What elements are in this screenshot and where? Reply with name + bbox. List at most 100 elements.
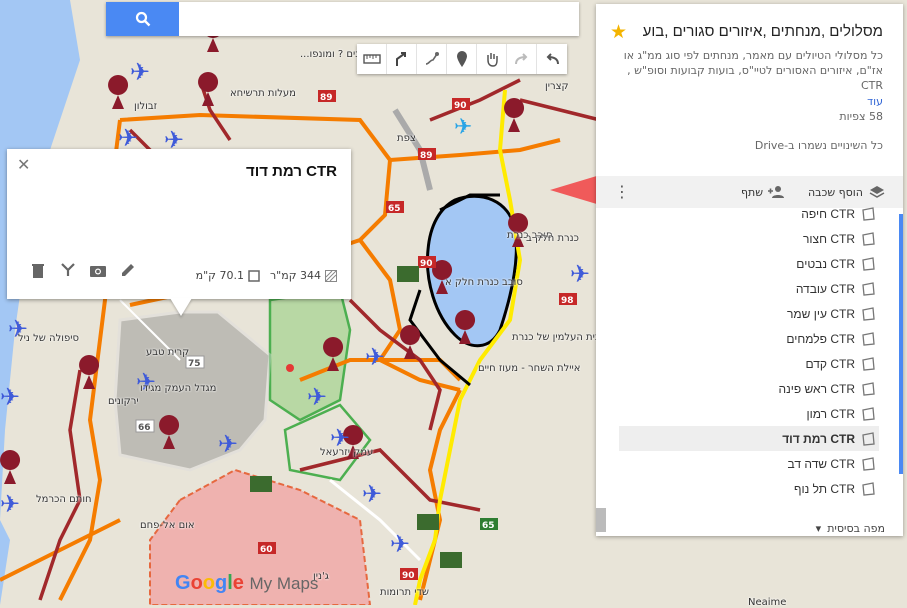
area-value: 344 קמ"ר — [269, 269, 321, 282]
undo-button[interactable] — [537, 44, 567, 74]
map-label: Neaime — [748, 597, 787, 608]
search-input[interactable] — [184, 6, 573, 34]
layer-item[interactable]: CTR עין שמר — [619, 301, 879, 326]
pin-marker-icon — [0, 450, 21, 484]
redo-button[interactable] — [507, 44, 537, 74]
base-map-label: מפה בסיסית — [827, 522, 885, 535]
map-label: כנרת חלק ב — [526, 233, 579, 244]
share-button[interactable]: שתף — [741, 185, 785, 199]
map-title[interactable]: מסלולים ,מנחתים ,איזורים סגורים ,בועו... — [643, 23, 883, 40]
map-label: זבולון — [134, 101, 158, 112]
draw-line-icon — [425, 52, 439, 65]
card-actions — [29, 261, 137, 279]
layer-item[interactable]: CTR תל נוף — [619, 476, 879, 501]
svg-text:66: 66 — [138, 423, 151, 433]
tank-icon — [250, 476, 272, 492]
polygon-icon — [862, 381, 875, 396]
style-button[interactable] — [59, 261, 77, 279]
map-label: ירקונים — [108, 396, 139, 407]
area-measure: 344 קמ"ר — [270, 269, 337, 282]
layer-item[interactable]: CTR שדה דב — [619, 451, 879, 476]
pin-marker-icon — [79, 355, 100, 389]
pan-hand-button[interactable] — [477, 44, 507, 74]
measurements: 344 קמ"ר 70.1 ק"מ — [196, 269, 337, 282]
layer-label: CTR רמון — [806, 406, 855, 421]
map-label: קצרין — [545, 81, 569, 92]
layer-label: CTR חיפה — [801, 206, 855, 221]
card-pointer — [170, 298, 192, 316]
layer-item[interactable]: CTR פלמחים — [619, 326, 879, 351]
svg-text:90: 90 — [454, 101, 467, 111]
layer-item[interactable]: CTR ראש פינה — [619, 376, 879, 401]
search-box — [106, 2, 579, 36]
map-label: חותם הכרמל — [36, 494, 92, 505]
map-label: סיפולה של ניל — [18, 333, 79, 344]
layer-item[interactable]: CTR עובדה — [619, 276, 879, 301]
panel-scrollbar[interactable] — [899, 214, 903, 474]
svg-text:98: 98 — [561, 296, 574, 306]
horizontal-scrollbar[interactable] — [596, 508, 606, 532]
polygon-icon — [862, 231, 875, 246]
map-label: צפת — [397, 133, 416, 144]
redo-icon — [514, 53, 527, 65]
airplane-icon: ✈ — [0, 383, 20, 411]
add-photo-button[interactable] — [89, 261, 107, 279]
more-link[interactable]: עוד — [867, 95, 883, 108]
layers-icon — [869, 186, 885, 198]
camera-icon — [90, 265, 106, 277]
map-label: מגדל העמק מגידו — [140, 383, 217, 394]
undo-icon — [546, 53, 559, 65]
layer-label: CTR תל נוף — [793, 481, 855, 496]
delete-button[interactable] — [29, 261, 47, 279]
add-marker-button[interactable] — [447, 44, 477, 74]
svg-text:89: 89 — [420, 151, 433, 161]
edit-button[interactable] — [119, 261, 137, 279]
polygon-icon — [862, 356, 875, 371]
search-button[interactable] — [106, 2, 179, 36]
pin-marker-icon — [108, 75, 129, 109]
airplane-icon: ✈ — [118, 124, 138, 152]
airplane-icon: ✈ — [130, 58, 150, 86]
pin-marker-icon — [323, 337, 344, 371]
polygon-icon — [862, 306, 875, 321]
marker-icon — [456, 51, 467, 67]
airplane-icon: ✈ — [365, 343, 385, 371]
layer-item[interactable]: CTR חיפה — [619, 201, 879, 226]
tank-icon — [417, 514, 439, 530]
layer-item[interactable]: CTR קדם — [619, 351, 879, 376]
layer-label: CTR חצור — [803, 231, 855, 246]
airplane-icon: ✈ — [390, 530, 410, 558]
paint-style-icon — [61, 263, 75, 276]
directions-button[interactable] — [387, 44, 417, 74]
polygon-icon — [862, 331, 875, 346]
layer-item-selected[interactable]: CTR רמת דוד — [619, 426, 879, 451]
layer-item[interactable]: CTR רמון — [619, 401, 879, 426]
add-layer-button[interactable]: הוסף שכבה — [808, 185, 885, 199]
map-label: מעלות תרשיחא — [230, 88, 296, 99]
polygon-icon — [862, 481, 875, 496]
pin-marker-icon — [159, 415, 180, 449]
polygon-icon — [862, 456, 875, 471]
logo-mymaps: My Maps — [249, 574, 319, 593]
star-icon[interactable]: ★ — [610, 21, 627, 43]
area-icon — [325, 269, 337, 282]
svg-text:89: 89 — [320, 93, 333, 103]
pin-marker-icon — [455, 310, 476, 344]
more-options-icon[interactable]: ⋮ — [614, 184, 630, 200]
pin-marker-icon — [504, 98, 525, 132]
layer-item[interactable]: CTR חצור — [619, 226, 879, 251]
draw-line-button[interactable] — [417, 44, 447, 74]
layer-item[interactable]: CTR נבטים — [619, 251, 879, 276]
base-map-toggle[interactable]: מפה בסיסית ▾ — [816, 522, 885, 535]
close-icon[interactable]: ✕ — [17, 155, 30, 174]
search-icon — [135, 11, 150, 27]
svg-text:60: 60 — [260, 545, 273, 555]
layer-label: CTR עובדה — [795, 281, 855, 296]
layer-label: CTR שדה דב — [787, 456, 855, 471]
share-label: שתף — [740, 185, 763, 199]
pencil-icon — [122, 264, 134, 276]
layer-label: CTR ראש פינה — [778, 381, 855, 396]
ruler-button[interactable] — [357, 44, 387, 74]
layer-label: CTR נבטים — [796, 256, 855, 271]
svg-text:65: 65 — [388, 204, 401, 214]
